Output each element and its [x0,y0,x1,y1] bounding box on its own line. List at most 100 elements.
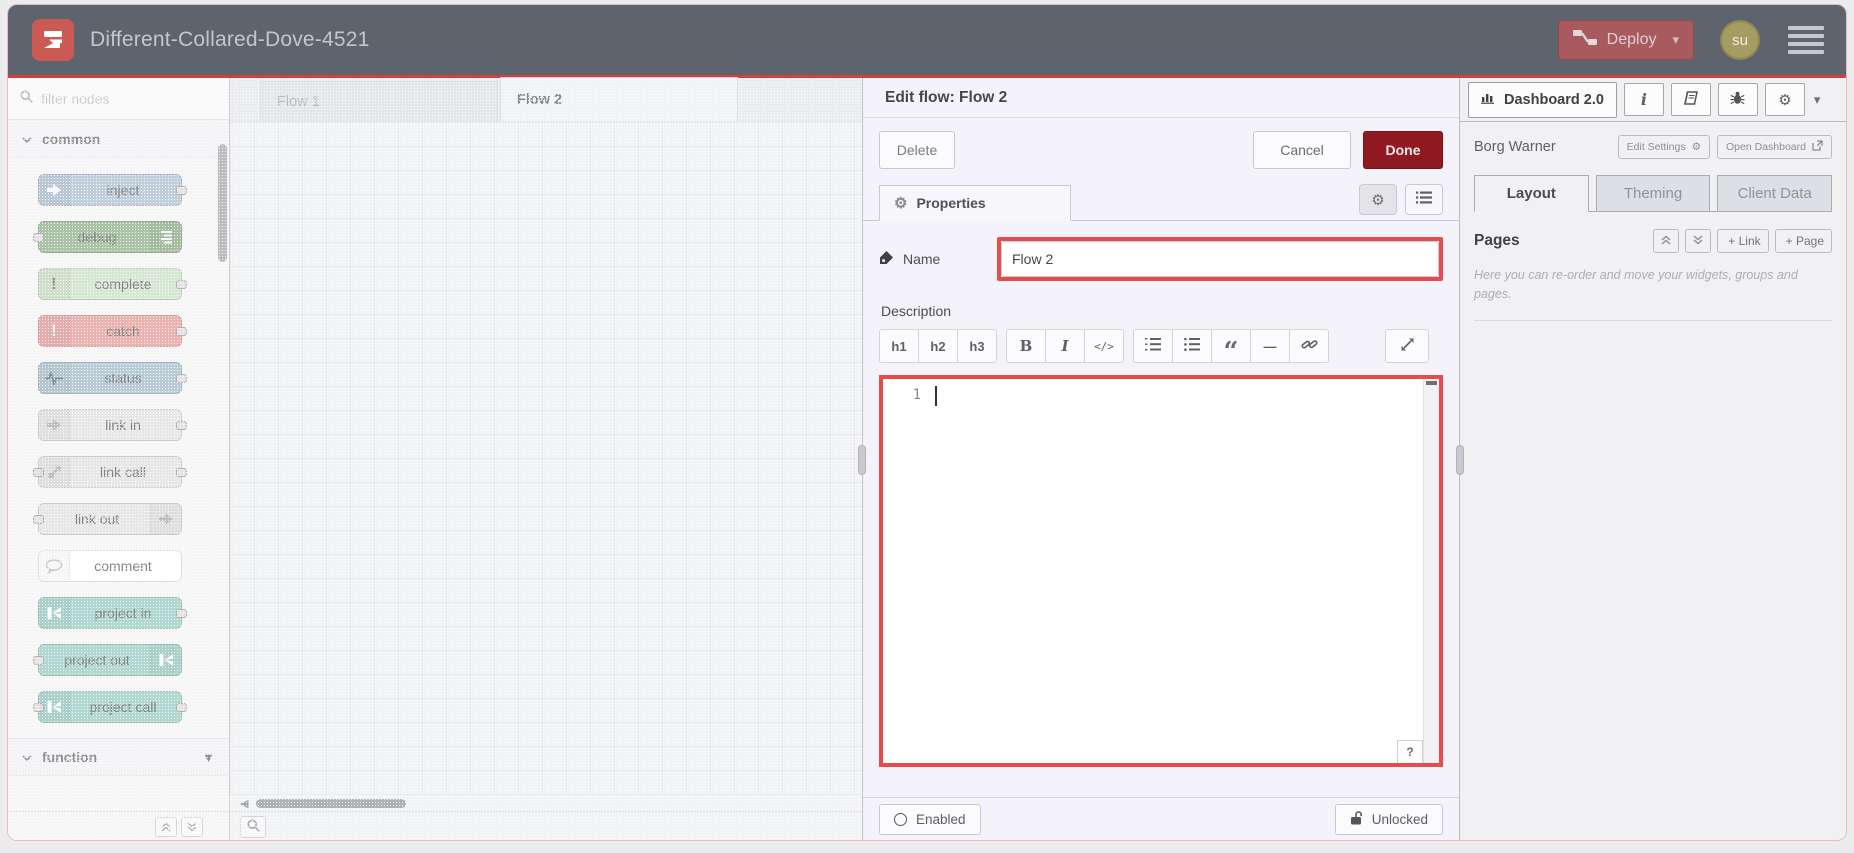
workspace-title: Different-Collared-Dove-4521 [90,28,370,51]
panel-resize-handle-left[interactable] [858,444,866,475]
edit-settings-button[interactable]: Edit Settings ⚙ [1617,135,1711,159]
flow-enabled-toggle[interactable]: Enabled [879,804,981,835]
editor-help-button[interactable]: ? [1397,740,1423,763]
heading3-button[interactable]: h3 [957,329,997,363]
list-view-button[interactable] [1405,184,1443,215]
palette-node-link-call[interactable]: link call [33,456,187,488]
palette-node-link-out[interactable]: link out [33,503,182,535]
heading1-button[interactable]: h1 [879,329,919,363]
palette-node-comment[interactable]: comment [38,550,182,582]
palette-search[interactable] [8,78,229,120]
expand-editor-button[interactable] [1385,329,1429,363]
palette-category-common[interactable]: common [8,120,229,158]
palette-node-inject[interactable]: inject [38,174,187,206]
expand-all-button[interactable] [181,816,203,837]
palette-node-link-in[interactable]: link in [38,409,187,441]
palette-node-project-call[interactable]: project call [33,691,187,723]
node-input-port[interactable] [33,656,44,665]
collapse-all-button[interactable] [155,816,177,837]
flow-name-input[interactable] [1001,241,1439,277]
flow-lock-toggle[interactable]: Unlocked [1334,804,1443,835]
tab-layout[interactable]: Layout [1474,175,1589,212]
node-input-port[interactable] [33,515,44,524]
node-output-port[interactable] [176,468,187,477]
tab-client-data[interactable]: Client Data [1717,175,1833,212]
editor-scrollbar-thumb[interactable] [1426,381,1437,385]
scroll-left-arrow-icon[interactable]: ◀ [240,797,248,810]
ordered-list-button[interactable] [1133,329,1173,363]
node-output-port[interactable] [176,186,187,195]
tab-dashboard-2[interactable]: Dashboard 2.0 [1468,81,1617,118]
node-output-port[interactable] [176,609,187,618]
sidebar-options-caret-icon[interactable]: ▾ [1814,92,1821,108]
tab-flow-2[interactable]: Flow 2 [500,77,738,121]
palette-node-catch[interactable]: ! catch [38,315,187,347]
deploy-button[interactable]: Deploy ▾ [1557,20,1694,60]
palette-node-debug[interactable]: debug [33,221,182,253]
insert-link-button[interactable] [1289,329,1329,363]
horizontal-rule-button[interactable]: — [1250,329,1290,363]
gear-icon: ⚙ [1691,141,1702,153]
debug-button[interactable] [1717,83,1758,116]
bold-button[interactable]: B [1006,329,1046,363]
text-lines-icon [150,222,181,252]
node-output-port[interactable] [176,703,187,712]
exclamation-icon: ! [39,269,70,299]
settings-button[interactable]: ⚙ [1764,83,1805,116]
add-link-button[interactable]: + Link [1717,229,1769,253]
unordered-list-button[interactable] [1172,329,1212,363]
unordered-list-icon [1184,337,1200,354]
palette-node-status[interactable]: status [38,362,187,394]
project-mark-icon [150,645,181,675]
panel-resize-handle-right[interactable] [1456,444,1464,475]
tab-theming[interactable]: Theming [1595,175,1711,212]
palette-category-function[interactable]: function ▼ [8,738,229,776]
add-page-button[interactable]: + Page [1774,229,1832,253]
tab-properties[interactable]: ⚙ Properties [879,185,1071,221]
deploy-options-caret-icon[interactable]: ▾ [1666,32,1679,48]
done-button[interactable]: Done [1363,131,1443,169]
blockquote-button[interactable]: “ [1211,329,1251,365]
unlock-icon [1350,811,1363,828]
cancel-button[interactable]: Cancel [1253,131,1351,169]
bar-chart-icon [1481,91,1496,108]
description-editor[interactable]: 1 ? [883,379,1439,763]
main-menu-button[interactable] [1782,22,1830,58]
node-settings-button[interactable]: ⚙ [1359,184,1397,215]
dashboard-instance-name: Borg Warner [1474,139,1556,155]
node-output-port[interactable] [176,280,187,289]
delete-flow-button[interactable]: Delete [879,131,955,169]
open-dashboard-button[interactable]: Open Dashboard [1717,135,1832,159]
pages-title: Pages [1474,232,1520,249]
dialog-tab-row: ⚙ Properties ⚙ [863,179,1459,221]
tag-icon [879,250,894,268]
filter-nodes-input[interactable] [41,90,191,107]
chevron-down-icon [22,131,32,147]
pages-help-text: Here you can re-order and move your widg… [1474,268,1798,302]
double-chevron-up-icon [1661,234,1671,248]
palette-node-complete[interactable]: ! complete [38,268,187,300]
italic-button[interactable]: I [1045,329,1085,363]
palette-node-project-out[interactable]: project out [33,644,182,676]
node-input-port[interactable] [33,233,44,242]
markdown-toolbar: h1 h2 h3 B I </> “ — [879,329,1443,365]
node-output-port[interactable] [176,421,187,430]
palette-body: common inject debug ! complete ! catch s… [8,120,229,811]
editor-scrollbar[interactable] [1423,379,1439,763]
help-docs-button[interactable] [1670,83,1711,116]
horizontal-scrollbar-thumb[interactable] [256,798,407,808]
move-up-button[interactable] [1653,229,1680,253]
tab-flow-1[interactable]: Flow 1 [260,81,498,121]
info-button[interactable]: i [1623,83,1664,116]
heading2-button[interactable]: h2 [918,329,958,363]
palette-node-project-in[interactable]: project in [38,597,187,629]
flow-canvas[interactable] [230,122,862,795]
canvas-search-button[interactable] [240,815,266,838]
move-down-button[interactable] [1685,229,1712,253]
code-button[interactable]: </> [1084,329,1124,363]
properties-form: Name Description h1 h2 h3 B I [863,221,1459,797]
palette-scrollbar-thumb[interactable] [218,144,227,262]
user-avatar[interactable]: su [1720,20,1760,60]
node-output-port[interactable] [176,327,187,336]
node-output-port[interactable] [176,374,187,383]
